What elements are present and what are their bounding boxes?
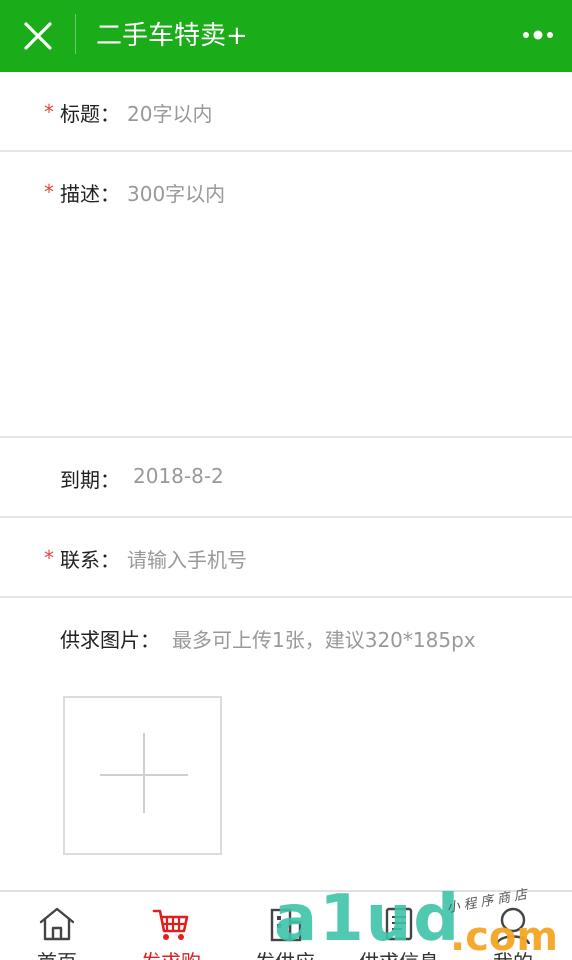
tab-post-request[interactable]: 发求购 — [114, 892, 228, 960]
home-icon — [37, 904, 77, 944]
tab-mine[interactable]: 我的 — [456, 892, 570, 960]
tab-label: 发供应 — [228, 946, 342, 960]
expire-label: 到期： — [60, 468, 120, 492]
header-divider — [75, 14, 76, 54]
tab-label: 供求信息 — [342, 946, 456, 960]
tab-label: 我的 — [456, 946, 570, 960]
title-label: 标题： — [60, 102, 120, 126]
description-label: 描述： — [60, 182, 120, 206]
close-icon — [16, 14, 60, 58]
required-mark: * — [44, 180, 54, 204]
page-title: 二手车特卖+ — [96, 21, 248, 51]
image-upload-button[interactable] — [63, 696, 222, 855]
required-mark: * — [44, 100, 54, 124]
images-hint: 最多可上传1张，建议320*185px — [172, 628, 476, 652]
expire-date-picker[interactable]: 2018-8-2 — [133, 464, 224, 488]
tab-post-supply[interactable]: 发供应 — [228, 892, 342, 960]
tab-label: 首页 — [0, 946, 114, 960]
description-row: * 描述： 300字以内 — [0, 152, 572, 438]
images-section: 供求图片： 最多可上传1张，建议320*185px — [0, 598, 572, 890]
building-icon — [265, 904, 305, 944]
cart-icon — [151, 904, 191, 944]
description-textarea[interactable]: 300字以内 — [127, 178, 547, 418]
nav-header: 二手车特卖+ — [0, 0, 572, 72]
tab-home[interactable]: 首页 — [0, 892, 114, 960]
contact-label: 联系： — [60, 548, 120, 572]
more-button[interactable] — [518, 20, 558, 50]
contact-row: * 联系： 请输入手机号 — [0, 518, 572, 598]
tab-supply-demand-info[interactable]: 供求信息 — [342, 892, 456, 960]
phone-input[interactable]: 请输入手机号 — [127, 544, 247, 573]
expire-row: 到期： 2018-8-2 — [0, 438, 572, 518]
images-label: 供求图片： — [60, 628, 160, 652]
tab-label: 发求购 — [114, 946, 228, 960]
title-row: * 标题： 20字以内 — [0, 72, 572, 152]
title-input[interactable]: 20字以内 — [127, 98, 212, 127]
tab-bar: 首页 发求购 发供应 — [0, 890, 572, 960]
user-icon — [493, 904, 533, 945]
more-dots-icon — [518, 30, 558, 54]
close-button[interactable] — [16, 14, 60, 58]
document-icon — [379, 904, 419, 944]
required-mark: * — [44, 546, 54, 570]
